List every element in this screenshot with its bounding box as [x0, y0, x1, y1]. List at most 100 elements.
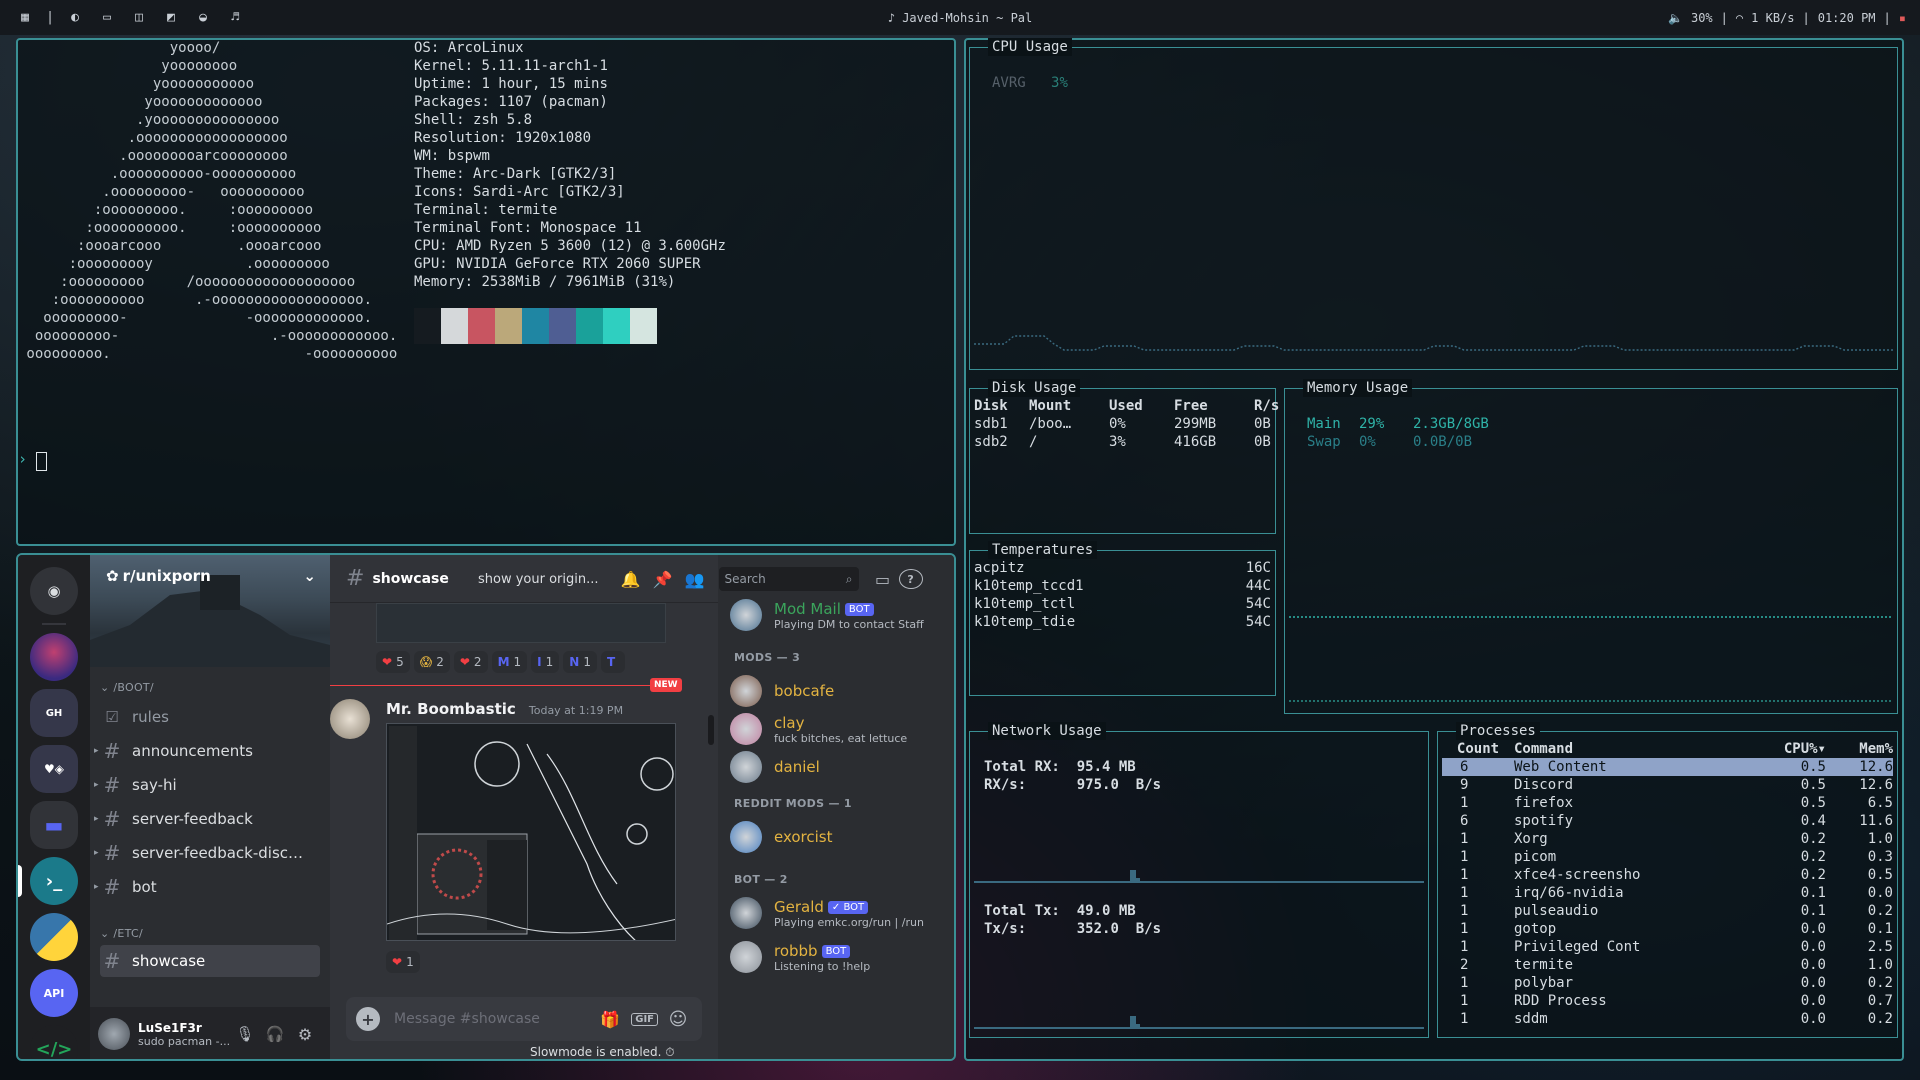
channel-topic[interactable]: show your origin... — [478, 572, 599, 587]
chat-scrollbar[interactable] — [708, 715, 714, 745]
channel-item[interactable]: ☑ rules — [100, 701, 320, 733]
workspace-1-icon[interactable]: ◐ — [66, 9, 84, 27]
reaction[interactable]: N1 — [563, 651, 597, 673]
members-icon[interactable]: 👥 — [679, 570, 711, 589]
info-value: 1107 (pacman) — [489, 94, 608, 110]
process-header[interactable]: CPU%▾ — [1746, 740, 1826, 758]
gear-icon[interactable]: ⚙ — [290, 1025, 320, 1044]
search-input[interactable]: Search — [725, 572, 846, 586]
info-key: Uptime: — [414, 76, 474, 92]
process-row[interactable]: 1 gotop 0.0 0.1 — [1442, 920, 1893, 938]
server-icon-1[interactable] — [30, 633, 78, 681]
channel-item[interactable]: ▸ # announcements — [94, 735, 320, 767]
channel-label: say-hi — [132, 776, 177, 794]
temperatures-title: Temperatures — [988, 541, 1098, 559]
process-row[interactable]: 1 Privileged Cont 0.0 2.5 — [1442, 938, 1893, 956]
reaction[interactable]: I1 — [531, 651, 560, 673]
discord-home-button[interactable]: ◉ — [30, 567, 78, 615]
workspace-3-icon[interactable]: ◫ — [130, 9, 148, 27]
server-folder-1[interactable]: GH — [30, 689, 78, 737]
volume-icon[interactable]: 🔈 — [1668, 11, 1683, 25]
net-speed: 1 KB/s — [1751, 10, 1795, 25]
process-row[interactable]: 1 picom 0.2 0.3 — [1442, 848, 1893, 866]
info-key: Memory: — [414, 274, 474, 290]
process-row[interactable]: 1 polybar 0.0 0.2 — [1442, 974, 1893, 992]
temperatures-panel: Temperatures acpitz 16C k10temp_tccd1 44C k1… — [969, 541, 1276, 696]
member-avatar — [730, 821, 762, 853]
process-row[interactable]: 1 irq/66-nvidia 0.1 0.0 — [1442, 884, 1893, 902]
member-text: exorcist — [774, 828, 833, 846]
process-row[interactable]: 1 RDD Process 0.0 0.7 — [1442, 992, 1893, 1010]
process-row[interactable]: 2 termite 0.0 1.0 — [1442, 956, 1893, 974]
member-item[interactable]: robbb BOT Listening to !help — [730, 935, 950, 979]
reaction[interactable]: 😱 2 — [413, 651, 450, 673]
channel-item[interactable]: ▸ # bot — [94, 871, 320, 903]
microphone-icon[interactable]: 🎙 — [230, 1025, 260, 1043]
process-header[interactable]: Count — [1442, 740, 1514, 758]
reaction[interactable]: ❤ 5 — [376, 651, 410, 673]
server-python[interactable] — [30, 913, 78, 961]
member-item[interactable]: exorcist — [730, 815, 950, 859]
message-input[interactable]: Message #showcase — [394, 1011, 595, 1027]
sensor-name: acpitz — [974, 560, 1025, 576]
volume-value[interactable]: 30% — [1691, 11, 1713, 25]
message-image[interactable] — [386, 723, 676, 941]
apps-grid-icon[interactable]: ▦ — [16, 9, 34, 27]
process-row[interactable]: 1 Xorg 0.2 1.0 — [1442, 830, 1893, 848]
now-playing-text[interactable]: ♪ Javed-Mohsin ~ Pal — [888, 11, 1033, 25]
category-boot[interactable]: ⌄ /BOOT/ — [100, 681, 154, 694]
search-box[interactable]: Search ⌕ — [718, 567, 859, 591]
server-terminal[interactable]: ›_ — [30, 857, 78, 905]
server-header[interactable]: ✿ r/unixporn ⌄ — [106, 567, 316, 585]
server-folder-2[interactable]: ♥◈ — [30, 745, 78, 793]
add-attachment-icon[interactable]: + — [356, 1007, 380, 1031]
member-item[interactable]: daniel — [730, 745, 950, 789]
author-avatar[interactable] — [330, 699, 370, 739]
channel-item[interactable]: ▸ # say-hi — [94, 769, 320, 801]
inbox-icon[interactable]: ▭ — [867, 570, 899, 589]
reaction[interactable]: T — [600, 651, 626, 673]
workspace-2-icon[interactable]: ▭ — [98, 9, 116, 27]
workspace-5-icon[interactable]: ◒ — [194, 9, 212, 27]
process-cell: 0.0 — [1800, 993, 1826, 1009]
reaction-bar: ❤ 5 😱 2 ❤ 2 M 1 I 1 N 1 T — [376, 651, 629, 673]
gift-icon[interactable]: 🎁 — [595, 1010, 625, 1029]
channel-item[interactable]: ▸ # server-feedback-discussi... — [94, 837, 320, 869]
sensor-value: 16C — [1245, 560, 1271, 576]
emoji-icon[interactable]: ☺ — [664, 1009, 692, 1030]
server-discord-api[interactable]: API — [30, 969, 78, 1017]
process-row[interactable]: 6 spotify 0.4 11.6 — [1442, 812, 1893, 830]
process-row[interactable]: 6 Web Content 0.5 12.6 — [1442, 758, 1893, 776]
folder-icon[interactable]: ▬ — [30, 801, 78, 849]
workspace-6-icon[interactable]: ♬ — [226, 9, 244, 27]
help-icon[interactable]: ? — [898, 569, 923, 589]
bell-icon[interactable]: 🔔 — [615, 570, 647, 589]
reaction[interactable]: M1 — [491, 651, 528, 673]
category-etc[interactable]: ⌄ /ETC/ — [100, 927, 143, 940]
process-row[interactable]: 1 sddm 0.0 0.2 — [1442, 1010, 1893, 1028]
process-row[interactable]: 1 pulseaudio 0.1 0.2 — [1442, 902, 1893, 920]
member-avatar — [730, 675, 762, 707]
power-icon[interactable]: ▪ — [1899, 11, 1906, 25]
process-header[interactable]: Mem% — [1826, 740, 1893, 758]
process-header[interactable]: Command — [1514, 740, 1746, 758]
server-code[interactable]: </> — [30, 1025, 78, 1059]
process-row[interactable]: 1 firefox 0.5 6.5 — [1442, 794, 1893, 812]
channel-item[interactable]: ▸ # server-feedback — [94, 803, 320, 835]
gif-button[interactable]: GIF — [631, 1012, 658, 1026]
headphones-icon[interactable]: 🎧 — [260, 1025, 290, 1043]
message-reaction[interactable]: ❤ 1 — [386, 951, 424, 973]
reaction[interactable]: ❤ 2 — [453, 651, 488, 673]
process-row[interactable]: 9 Discord 0.5 12.6 — [1442, 776, 1893, 794]
pin-icon[interactable]: 📌 — [647, 570, 679, 589]
author-name[interactable]: Mr. Boombastic — [386, 700, 516, 718]
process-cell: Web Content — [1514, 759, 1607, 775]
avatar[interactable] — [98, 1018, 130, 1050]
process-row[interactable]: 1 xfce4-screensho 0.2 0.5 — [1442, 866, 1893, 884]
disk-row[interactable]: sdb2/3% 416GB 0B — [974, 433, 1294, 451]
disk-row[interactable]: sdb1/boo… 0% 299MB 0B — [974, 415, 1294, 433]
channel-item-selected[interactable]: # showcase — [100, 945, 320, 977]
process-cell: 9 — [1460, 777, 1469, 793]
workspace-4-icon[interactable]: ◩ — [162, 9, 180, 27]
member-item[interactable]: Gerald ✓ BOT Playing emkc.org/run | /run — [730, 891, 950, 935]
